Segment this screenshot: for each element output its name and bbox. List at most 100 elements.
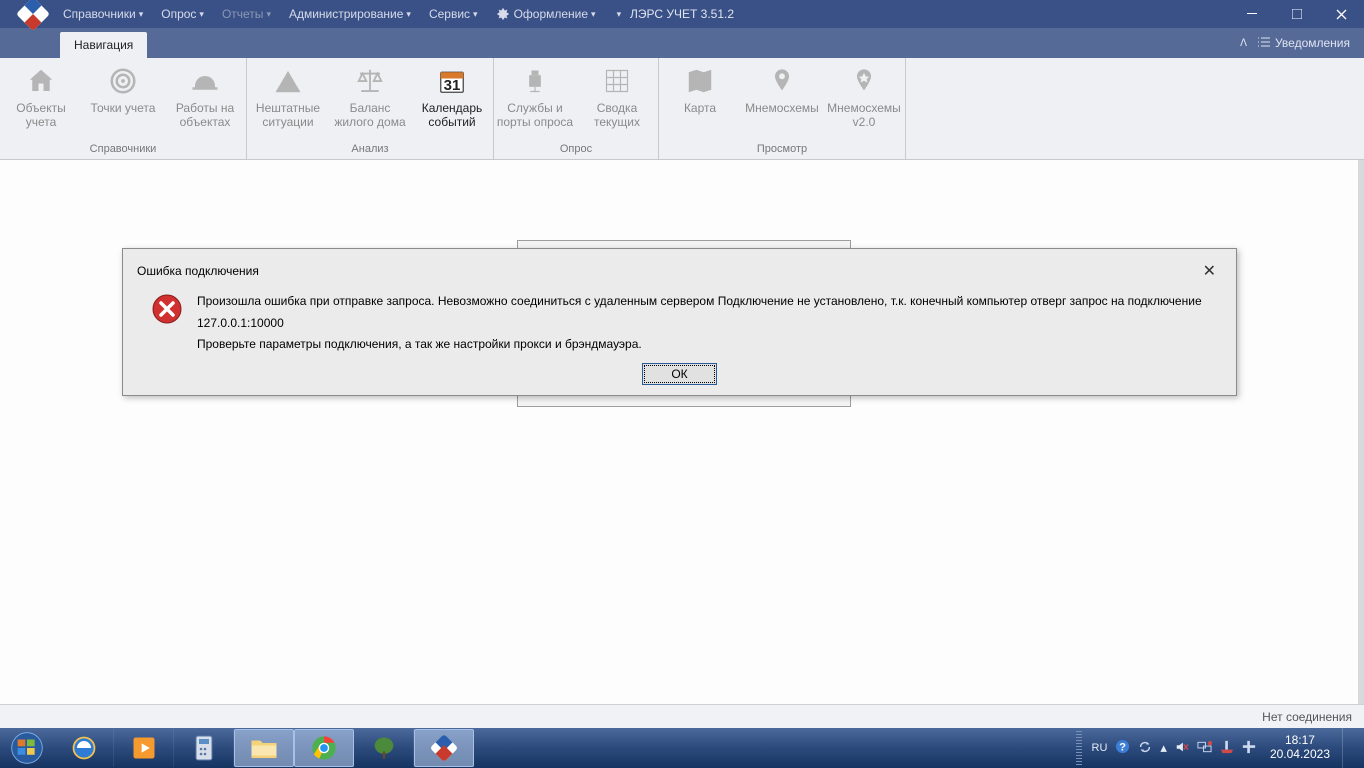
app-logo (18, 1, 48, 27)
triangle-icon (271, 64, 305, 98)
ie-icon (70, 734, 98, 762)
calc-icon (192, 734, 216, 762)
ribbon-btn-services[interactable]: Службы и порты опроса (494, 62, 576, 143)
ribbon-group-label: Опрос (494, 143, 658, 157)
task-ie[interactable] (54, 729, 114, 767)
chrome-icon (310, 734, 338, 762)
task-explorer[interactable] (234, 729, 294, 767)
help-icon[interactable]: ? (1111, 739, 1134, 757)
grid-icon (600, 64, 634, 98)
minimize-button[interactable] (1229, 0, 1274, 28)
security-icon[interactable] (1216, 740, 1238, 757)
notifications-area: ᐱ Уведомления (1240, 28, 1364, 58)
home-icon (24, 64, 58, 98)
title-bar: Справочники▾ Опрос▾ Отчеты▾ Администриро… (0, 0, 1364, 28)
ribbon-group-prosmotr: Карта Мнемосхемы Мнемосхемы v2.0 Просмот… (659, 58, 906, 159)
list-icon (1257, 37, 1271, 49)
notifications-button[interactable]: Уведомления (1257, 36, 1350, 50)
tray-grip[interactable] (1076, 731, 1082, 765)
task-chrome[interactable] (294, 729, 354, 767)
ribbon: Объекты учета Точки учета Работы на объе… (0, 58, 1364, 160)
ribbon-label: Объекты учета (2, 102, 80, 130)
taskbar-clock[interactable]: 18:17 20.04.2023 (1260, 734, 1336, 762)
task-calc[interactable] (174, 729, 234, 767)
lang-indicator[interactable]: RU (1088, 742, 1112, 754)
camera-icon (518, 64, 552, 98)
clock-date: 20.04.2023 (1270, 748, 1330, 762)
theme-icon (496, 7, 510, 21)
ribbon-btn-objects[interactable]: Объекты учета (0, 62, 82, 143)
volume-icon[interactable] (1171, 740, 1193, 757)
pin2-icon (847, 64, 881, 98)
dialog-line1: Произошла ошибка при отправке запроса. Н… (197, 291, 1222, 334)
start-button[interactable] (0, 728, 54, 768)
network-icon[interactable] (1193, 740, 1216, 757)
dialog-body: Произошла ошибка при отправке запроса. Н… (123, 289, 1236, 357)
menu-spravochniki[interactable]: Справочники▾ (54, 0, 152, 28)
close-button[interactable] (1319, 0, 1364, 28)
ribbon-group-label: Справочники (0, 143, 246, 157)
ribbon-btn-map[interactable]: Карта (659, 62, 741, 143)
menu-theme[interactable]: Оформление▾ (487, 0, 605, 28)
dialog-message: Произошла ошибка при отправке запроса. Н… (197, 291, 1222, 357)
task-media[interactable] (114, 729, 174, 767)
target-icon (106, 64, 140, 98)
ribbon-btn-mnemo2[interactable]: Мнемосхемы v2.0 (823, 62, 905, 143)
media-player-icon (130, 734, 158, 762)
taskbar: RU ? ▴ 18:17 20.04.2023 (0, 728, 1364, 768)
ribbon-btn-balance[interactable]: Баланс жилого дома (329, 62, 411, 143)
status-bar: Нет соединения (0, 704, 1364, 728)
windows-icon (10, 731, 44, 765)
scales-icon (353, 64, 387, 98)
task-tree[interactable] (354, 729, 414, 767)
tab-navigation[interactable]: Навигация (60, 32, 147, 58)
ribbon-btn-situations[interactable]: Нештатные ситуации (247, 62, 329, 143)
error-icon (151, 293, 183, 325)
tray-chevron-icon[interactable]: ▴ (1156, 740, 1171, 756)
ribbon-group-analiz: Нештатные ситуации Баланс жилого дома 31… (247, 58, 494, 159)
client-area (0, 160, 1364, 728)
ribbon-btn-summary[interactable]: Сводка текущих (576, 62, 658, 143)
helmet-icon (188, 64, 222, 98)
ribbon-label: Календарь событий (413, 102, 491, 130)
menu-otchety[interactable]: Отчеты▾ (213, 0, 280, 28)
ribbon-label: Службы и порты опроса (496, 102, 574, 130)
tab-bar: Навигация ᐱ Уведомления (0, 28, 1364, 58)
ribbon-btn-mnemo[interactable]: Мнемосхемы (741, 62, 823, 143)
maximize-button[interactable] (1274, 0, 1319, 28)
map-icon (683, 64, 717, 98)
ribbon-label: Нештатные ситуации (249, 102, 327, 130)
ribbon-group-label: Анализ (247, 143, 493, 157)
svg-text:?: ? (1119, 741, 1126, 753)
pin-icon (765, 64, 799, 98)
system-tray: RU ? ▴ 18:17 20.04.2023 (1076, 728, 1364, 768)
ribbon-label: Работы на объектах (166, 102, 244, 130)
ribbon-group-opros: Службы и порты опроса Сводка текущих Опр… (494, 58, 659, 159)
dialog-title: Ошибка подключения (137, 264, 259, 278)
clock-time: 18:17 (1270, 734, 1330, 748)
dialog-titlebar: Ошибка подключения ✕ (123, 249, 1236, 289)
ribbon-label: Карта (684, 102, 716, 116)
tree-icon (370, 734, 398, 762)
show-desktop-button[interactable] (1342, 728, 1356, 768)
task-lers[interactable] (414, 729, 474, 767)
menu-service[interactable]: Сервис▾ (420, 0, 487, 28)
ribbon-label: Сводка текущих (578, 102, 656, 130)
menu-opros[interactable]: Опрос▾ (152, 0, 213, 28)
ok-button[interactable]: ОК (642, 363, 717, 385)
folder-icon (249, 735, 279, 761)
menu-admin[interactable]: Администрирование▾ (280, 0, 420, 28)
dialog-close-button[interactable]: ✕ (1197, 259, 1222, 283)
action-center-icon[interactable] (1238, 740, 1260, 757)
menu-overflow[interactable]: ▾ (605, 0, 631, 28)
ribbon-collapse-icon[interactable]: ᐱ (1240, 38, 1247, 49)
ribbon-group-spravochniki: Объекты учета Точки учета Работы на объе… (0, 58, 247, 159)
ribbon-label: Баланс жилого дома (331, 102, 409, 130)
dialog-actions: ОК (123, 357, 1236, 395)
ribbon-btn-points[interactable]: Точки учета (82, 62, 164, 143)
svg-text:31: 31 (444, 77, 461, 94)
sync-icon[interactable] (1134, 740, 1156, 757)
ribbon-btn-calendar[interactable]: 31 Календарь событий (411, 62, 493, 143)
ribbon-btn-works[interactable]: Работы на объектах (164, 62, 246, 143)
ribbon-label: Мнемосхемы v2.0 (825, 102, 903, 130)
